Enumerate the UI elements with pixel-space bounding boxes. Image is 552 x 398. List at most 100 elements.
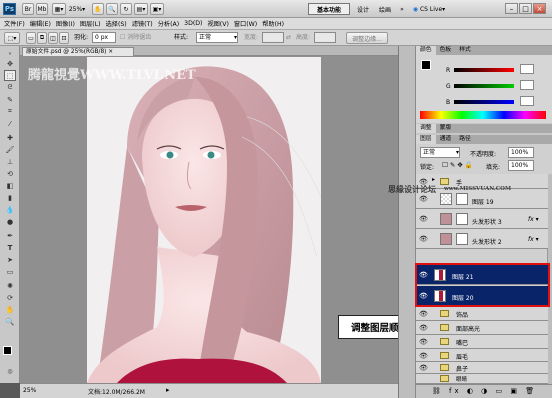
move-tool-icon[interactable]: ✥ bbox=[4, 58, 16, 69]
zoom-level-dropdown[interactable]: 25% ▾ bbox=[68, 3, 86, 15]
color-foreground-swatch[interactable] bbox=[421, 60, 431, 70]
tab-swatches[interactable]: 色板 bbox=[436, 46, 456, 55]
menu-select[interactable]: 选择(S) bbox=[106, 19, 127, 28]
fx-icon[interactable]: fx ▾ bbox=[528, 216, 539, 223]
visibility-eye-icon[interactable]: 👁 bbox=[418, 350, 429, 361]
layer-row[interactable] bbox=[416, 335, 548, 349]
eraser-icon[interactable]: ◧ bbox=[4, 180, 16, 191]
antialias-checkbox[interactable]: ☐ 消除锯齿 bbox=[120, 33, 151, 43]
add-selection-icon[interactable]: ⧉ bbox=[37, 32, 47, 44]
document-canvas[interactable] bbox=[87, 57, 321, 383]
workspace-design-button[interactable]: 设计 bbox=[354, 3, 372, 15]
healing-brush-icon[interactable]: ✚ bbox=[4, 132, 16, 143]
subtract-selection-icon[interactable]: ◫ bbox=[48, 32, 58, 44]
menu-layer[interactable]: 图层(L) bbox=[80, 19, 101, 28]
swap-icon[interactable]: ⇄ bbox=[286, 33, 291, 43]
type-tool-icon[interactable]: T bbox=[4, 242, 16, 253]
fx-icon[interactable]: fx ▾ bbox=[528, 236, 539, 243]
blend-mode-select[interactable]: 正常 ▾ bbox=[420, 147, 460, 158]
tab-styles[interactable]: 样式 bbox=[455, 46, 475, 55]
foreground-color-swatch[interactable] bbox=[3, 346, 12, 355]
visibility-eye-icon[interactable]: 👁 bbox=[418, 362, 429, 373]
arrange-documents-button[interactable]: ▤▾ bbox=[134, 3, 148, 15]
screen-mode-button[interactable]: ▣▾ bbox=[150, 3, 164, 15]
tab-paths[interactable]: 路径 bbox=[455, 135, 475, 144]
hand-tool-side-icon[interactable]: ✋ bbox=[4, 304, 16, 315]
layer-row[interactable] bbox=[416, 374, 548, 384]
status-menu-arrow-icon[interactable]: ▸ bbox=[166, 386, 170, 394]
shape-tool-icon[interactable]: ▭ bbox=[4, 266, 16, 277]
view-extras-button[interactable]: ▦▾ bbox=[52, 3, 66, 15]
slider-r-track[interactable] bbox=[454, 68, 514, 72]
lasso-tool-icon[interactable]: ᘓ bbox=[4, 82, 16, 93]
slider-g-track[interactable] bbox=[454, 84, 514, 88]
brush-tool-icon[interactable]: 🖌 bbox=[4, 144, 16, 155]
slider-r-input[interactable] bbox=[520, 64, 534, 74]
menu-window[interactable]: 窗口(W) bbox=[234, 19, 257, 28]
minibridge-icon[interactable]: Mb bbox=[36, 3, 48, 15]
fill-input[interactable]: 100% bbox=[508, 160, 534, 171]
layers-bottom-toolbar[interactable]: ⛓ fx ◐ ◑ ▭ ▣ 🗑 bbox=[416, 384, 552, 398]
bridge-icon[interactable]: Br bbox=[22, 3, 34, 15]
slider-b-input[interactable] bbox=[520, 96, 534, 106]
eyedropper-icon[interactable]: ⁄ bbox=[4, 118, 16, 129]
path-selection-icon[interactable]: ➤ bbox=[4, 254, 16, 265]
hand-tool-icon[interactable]: ✋ bbox=[92, 3, 104, 15]
tab-adjustments[interactable]: 调整 bbox=[416, 124, 436, 133]
rotate-view-icon[interactable]: ↻ bbox=[120, 3, 132, 15]
status-zoom[interactable]: 25% bbox=[23, 387, 36, 394]
crop-tool-icon[interactable]: ⌗ bbox=[4, 106, 16, 117]
dodge-tool-icon[interactable]: ● bbox=[4, 216, 16, 227]
layer-row[interactable] bbox=[416, 349, 548, 362]
history-brush-icon[interactable]: ⟲ bbox=[4, 168, 16, 179]
expand-arrow-icon[interactable]: ▸ bbox=[432, 176, 435, 183]
cs-live-button[interactable]: ◉ CS Live ▾ bbox=[412, 3, 446, 15]
gradient-tool-icon[interactable]: ▮ bbox=[4, 192, 16, 203]
more-workspaces-button[interactable]: » bbox=[398, 3, 406, 15]
width-input[interactable] bbox=[262, 32, 284, 43]
quick-selection-icon[interactable]: ✎ bbox=[4, 94, 16, 105]
maximize-button[interactable]: □ bbox=[519, 3, 532, 14]
menu-image[interactable]: 图像(I) bbox=[56, 19, 75, 28]
intersect-selection-icon[interactable]: ⊡ bbox=[59, 32, 69, 44]
zoom-tool-side-icon[interactable]: 🔍 bbox=[4, 316, 16, 327]
layer-row[interactable] bbox=[416, 362, 548, 374]
menu-view[interactable]: 视图(V) bbox=[207, 19, 228, 28]
slider-g-input[interactable] bbox=[520, 80, 534, 90]
visibility-eye-icon[interactable]: 👁 bbox=[418, 336, 429, 347]
quick-mask-icon[interactable]: ◎ bbox=[4, 366, 16, 377]
color-spectrum-bar[interactable] bbox=[420, 111, 546, 119]
tool-preset-picker[interactable]: ⬚▾ bbox=[4, 32, 20, 44]
visibility-eye-icon[interactable]: 👁 bbox=[418, 233, 429, 244]
style-select[interactable]: 正常 ▾ bbox=[196, 32, 238, 43]
3d-rotate-icon[interactable]: ✺ bbox=[4, 280, 16, 291]
3d-camera-icon[interactable]: ⟳ bbox=[4, 292, 16, 303]
pen-tool-icon[interactable]: ✒ bbox=[4, 230, 16, 241]
minimize-button[interactable]: – bbox=[505, 3, 518, 14]
marquee-tool-icon[interactable]: ⬚ bbox=[4, 70, 16, 81]
clone-stamp-icon[interactable]: ⊥ bbox=[4, 156, 16, 167]
tab-channels[interactable]: 通道 bbox=[436, 135, 456, 144]
close-window-button[interactable]: × bbox=[533, 3, 546, 14]
height-input[interactable] bbox=[314, 32, 336, 43]
tab-color[interactable]: 颜色 bbox=[416, 46, 436, 55]
menu-help[interactable]: 帮助(H) bbox=[262, 19, 284, 28]
menu-analysis[interactable]: 分析(A) bbox=[158, 19, 179, 28]
workspace-painting-button[interactable]: 绘画 bbox=[376, 3, 394, 15]
blur-tool-icon[interactable]: 💧 bbox=[4, 204, 16, 215]
menu-filter[interactable]: 滤镜(T) bbox=[132, 19, 153, 28]
tab-layers[interactable]: 图层 bbox=[416, 135, 436, 144]
menu-edit[interactable]: 编辑(E) bbox=[30, 19, 51, 28]
slider-b-track[interactable] bbox=[454, 100, 514, 104]
lock-icons[interactable]: ☐ ✎ ✥ 🔒 bbox=[442, 161, 473, 169]
visibility-eye-icon[interactable]: 👁 bbox=[418, 308, 429, 319]
layer-row[interactable] bbox=[416, 307, 548, 321]
feather-input[interactable]: 0 px bbox=[92, 32, 116, 43]
workspace-essentials-button[interactable]: 基本功能 bbox=[308, 3, 350, 15]
document-tab[interactable]: 原始文件.psd @ 25%(RGB/8) × bbox=[22, 47, 134, 56]
close-document-icon[interactable]: × bbox=[108, 49, 113, 55]
visibility-eye-icon[interactable]: 👁 bbox=[418, 213, 429, 224]
refine-edge-button[interactable]: 调整边缘... bbox=[346, 32, 388, 44]
new-selection-icon[interactable]: ▭ bbox=[26, 32, 36, 44]
zoom-tool-icon[interactable]: 🔍 bbox=[106, 3, 118, 15]
